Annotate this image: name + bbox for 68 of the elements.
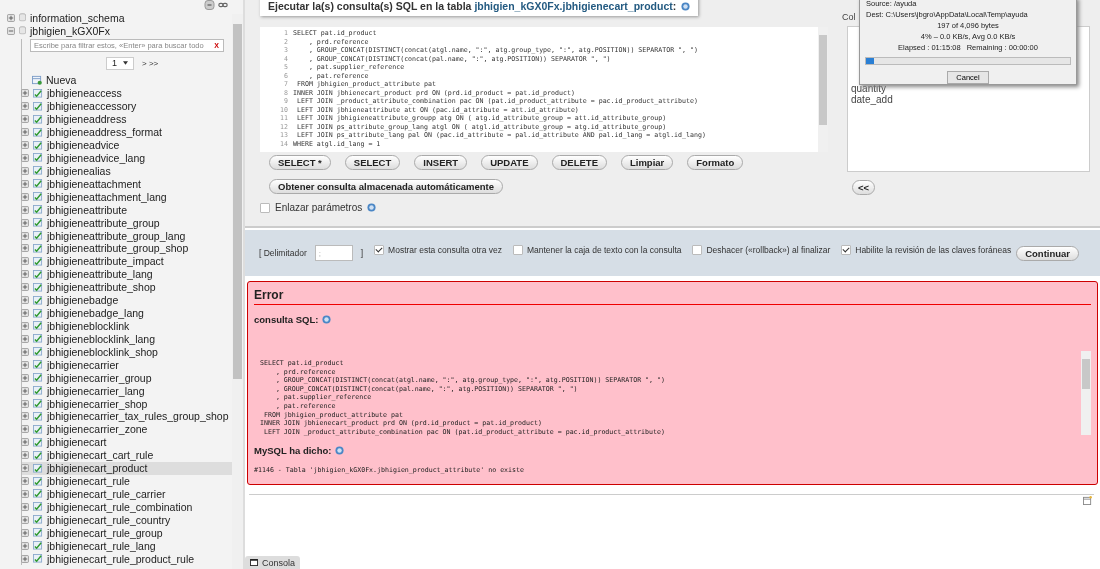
table-item[interactable]: jbhigieneblocklink_lang	[22, 332, 232, 346]
sql-template-button[interactable]: SELECT	[344, 155, 401, 170]
checkbox-label: Mostrar esta consulta otra vez	[388, 245, 502, 255]
table-item[interactable]: jbhigienealias	[22, 164, 232, 178]
table-item[interactable]: jbhigienecart_rule_carrier	[22, 487, 232, 501]
checkbox-label: Enlazar parámetros	[275, 202, 363, 213]
table-item[interactable]: jbhigieneattribute_group_lang	[22, 229, 232, 242]
sql-label: consulta SQL:	[254, 314, 319, 325]
table-item[interactable]: jbhigieneblocklink_shop	[22, 345, 232, 359]
table-item[interactable]: jbhigienecart_rule_combination	[22, 500, 232, 514]
table-item[interactable]: jbhigienecarrier	[22, 358, 232, 372]
table-item[interactable]: jbhigienecarrier_lang	[22, 384, 232, 398]
table-item[interactable]: jbhigieneattribute_group	[22, 216, 232, 230]
insert-column-button[interactable]: <<	[852, 180, 876, 195]
checkbox-label: Habilite la revisión de las claves foráneas	[855, 245, 1012, 255]
table-item[interactable]: jbhigieneaccessory	[22, 99, 232, 113]
sql-template-button[interactable]: Formato	[687, 155, 744, 170]
table-item[interactable]: jbhigieneattribute_impact	[22, 254, 232, 268]
sql-template-button[interactable]: SELECT *	[269, 155, 331, 170]
next-page-link[interactable]: > >>	[142, 58, 159, 68]
delimiter-label: [ Delimitador	[259, 248, 307, 258]
page-select[interactable]: 1	[106, 56, 134, 70]
sql-template-button[interactable]: UPDATE	[481, 155, 538, 170]
table-item[interactable]: jbhigieneaccess	[22, 86, 232, 100]
table-link[interactable]: jbhigien_kGX0Fx.jbhigienecart_product	[474, 0, 673, 12]
table-item[interactable]: jbhigieneattribute_group_shop	[22, 242, 232, 255]
table-item[interactable]: jbhigieneadvice	[22, 138, 232, 152]
delimiter-bracket: ]	[360, 248, 364, 258]
sql-template-button[interactable]: INSERT	[414, 155, 468, 170]
stored-query-button[interactable]: Obtener consulta almacenada automáticamente	[269, 179, 503, 194]
error-title: Error	[254, 288, 1091, 305]
sql-template-button[interactable]: Limpiar	[621, 155, 674, 170]
table-item[interactable]: jbhigienecart_rule	[22, 474, 232, 488]
table-item[interactable]: jbhigieneattribute	[22, 203, 232, 217]
table-item[interactable]: jbhigieneattachment_lang	[22, 190, 232, 204]
table-item[interactable]: jbhigienecarrier_zone	[22, 422, 232, 436]
table-item[interactable]: jbhigienecart_product	[22, 461, 232, 475]
database-name[interactable]: information_schema	[30, 11, 125, 24]
new-table-link[interactable]: Nueva	[46, 74, 77, 87]
table-item[interactable]: jbhigienebadge_lang	[22, 306, 232, 320]
table-item[interactable]: jbhigieneblocklink	[22, 319, 232, 333]
mysql-label: MySQL ha dicho:	[254, 445, 332, 456]
table-item[interactable]: jbhigienecart	[22, 435, 232, 449]
database-name[interactable]: jbhigien_kGX0Fx	[30, 24, 110, 37]
table-item[interactable]: jbhigieneadvice_lang	[22, 151, 232, 165]
panel-title: Ejecutar la(s) consulta(s) SQL en la tabla jbhigien_kGX0Fx.jbhigienecart_product:	[268, 0, 677, 12]
table-item[interactable]: jbhigienecart_rule_product_rule	[22, 552, 232, 566]
table-item[interactable]: jbhigieneaddress_format	[22, 125, 232, 139]
table-item[interactable]: jbhigienecarrier_group	[22, 371, 232, 385]
table-item[interactable]: jbhigienebadge	[22, 293, 232, 307]
table-item[interactable]: jbhigienecart_rule_group	[22, 526, 232, 540]
table-item[interactable]: jbhigieneattribute_shop	[22, 280, 232, 294]
table-item[interactable]: jbhigienecart_rule_lang	[22, 539, 232, 553]
column-item[interactable]: quantity	[851, 83, 1089, 94]
console-tab[interactable]: Consola	[245, 556, 301, 569]
checkbox-label: Deshacer («rollback») al finalizar	[706, 245, 831, 255]
table-item[interactable]: jbhigieneaddress	[22, 112, 232, 126]
table-item[interactable]: jbhigieneattachment	[22, 177, 232, 191]
columns-label: Col	[842, 12, 856, 22]
continue-button[interactable]: Continuar	[1016, 245, 1080, 261]
table-item[interactable]: jbhigieneattribute_lang	[22, 267, 232, 281]
table-item[interactable]: jbhigienecart_rule_country	[22, 513, 232, 527]
checkbox-label: Mantener la caja de texto con la consulta	[526, 245, 682, 255]
table-item[interactable]: jbhigienecart_cart_rule	[22, 448, 232, 462]
table-item[interactable]: jbhigienecarrier_shop	[22, 397, 232, 410]
sql-template-button[interactable]: DELETE	[551, 155, 607, 170]
table-item[interactable]: jbhigienecarrier_tax_rules_group_shop	[22, 409, 232, 423]
column-item[interactable]: date_add	[851, 94, 1089, 105]
